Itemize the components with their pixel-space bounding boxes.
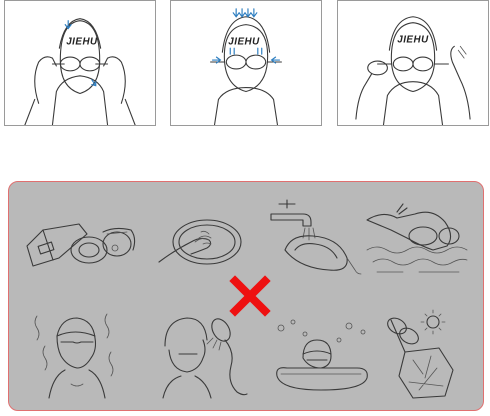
brand-label-1: JIEHU bbox=[66, 36, 98, 47]
sun-exposure-icon bbox=[379, 308, 469, 403]
goggles-in-water-icon bbox=[363, 200, 473, 280]
shower-icon bbox=[159, 310, 254, 400]
brand-label-2: JIEHU bbox=[228, 36, 260, 47]
step-1-panel: JIEHU bbox=[4, 0, 156, 126]
adjust-strap-step-3-illustration: JIEHU bbox=[355, 16, 471, 125]
step-3-panel: JIEHU bbox=[337, 0, 489, 126]
finger-touch-lens-icon bbox=[151, 202, 251, 282]
goggles-in-case-icon bbox=[19, 200, 139, 280]
faucet-rinse-icon bbox=[265, 192, 365, 282]
press-goggles-step-2-illustration: JIEHU bbox=[210, 8, 282, 125]
step-2-panel: JIEHU bbox=[170, 0, 322, 126]
sauna-heat-icon bbox=[31, 306, 121, 401]
wear-goggles-step-1-illustration: JIEHU bbox=[24, 18, 136, 125]
hot-bath-icon bbox=[269, 318, 374, 398]
do-not-panel bbox=[8, 181, 484, 411]
brand-label-3: JIEHU bbox=[397, 34, 429, 45]
